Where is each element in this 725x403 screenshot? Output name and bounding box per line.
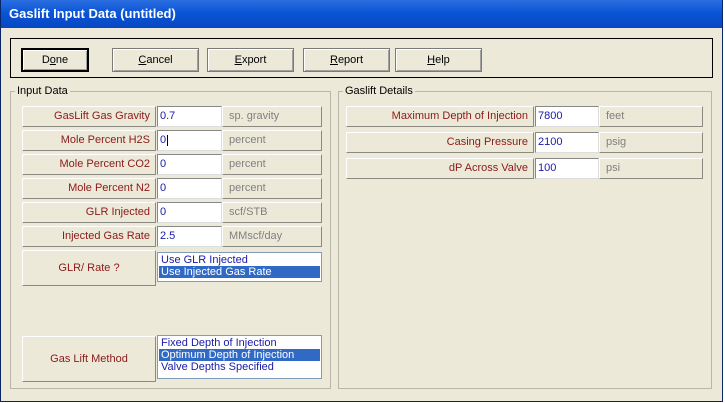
label-injected-gas-rate: Injected Gas Rate: [22, 226, 156, 247]
label-casing-pressure: Casing Pressure: [346, 132, 534, 153]
label-max-depth-injection: Maximum Depth of Injection: [346, 106, 534, 127]
label-glr-rate: GLR/ Rate ?: [22, 250, 156, 286]
option-use-glr-injected[interactable]: Use GLR Injected: [159, 254, 320, 266]
cancel-button[interactable]: Cancel: [112, 48, 199, 72]
mole-co2-field[interactable]: 0: [157, 154, 222, 175]
mole-h2s-field[interactable]: 0: [157, 130, 222, 151]
option-fixed-depth[interactable]: Fixed Depth of Injection: [159, 337, 320, 349]
text-caret: [167, 134, 169, 146]
unit-injected-gas-rate: MMscf/day: [222, 226, 322, 247]
label-gas-gravity: GasLift Gas Gravity: [22, 106, 156, 127]
label-mole-n2: Mole Percent N2: [22, 178, 156, 199]
option-valve-depths[interactable]: Valve Depths Specified: [159, 361, 320, 373]
unit-max-depth-injection: feet: [599, 106, 703, 127]
window-title: Gaslift Input Data (untitled): [1, 0, 722, 28]
gaslift-input-window: Gaslift Input Data (untitled) Done Cance…: [0, 0, 723, 402]
max-depth-injection-field[interactable]: 7800: [535, 106, 599, 127]
input-data-legend: Input Data: [17, 85, 68, 97]
help-button[interactable]: Help: [395, 48, 482, 72]
gaslift-details-group: Gaslift Details: [338, 85, 712, 389]
glr-injected-field[interactable]: 0: [157, 202, 222, 223]
option-optimum-depth[interactable]: Optimum Depth of Injection: [159, 349, 320, 361]
label-mole-co2: Mole Percent CO2: [22, 154, 156, 175]
toolbar: Done Cancel Export Report Help: [10, 38, 713, 78]
injected-gas-rate-field[interactable]: 2.5: [157, 226, 222, 247]
label-dp-across-valve: dP Across Valve: [346, 158, 534, 179]
glr-rate-listbox[interactable]: Use GLR Injected Use Injected Gas Rate: [157, 252, 322, 282]
gas-lift-method-listbox[interactable]: Fixed Depth of Injection Optimum Depth o…: [157, 335, 322, 379]
mole-n2-field[interactable]: 0: [157, 178, 222, 199]
unit-glr-injected: scf/STB: [222, 202, 322, 223]
unit-mole-h2s: percent: [222, 130, 322, 151]
gas-gravity-field[interactable]: 0.7: [157, 106, 222, 127]
report-button[interactable]: Report: [303, 48, 390, 72]
casing-pressure-field[interactable]: 2100: [535, 132, 599, 153]
unit-mole-n2: percent: [222, 178, 322, 199]
unit-gas-gravity: sp. gravity: [222, 106, 322, 127]
unit-dp-across-valve: psi: [599, 158, 703, 179]
gaslift-details-legend: Gaslift Details: [345, 85, 413, 97]
unit-casing-pressure: psig: [599, 132, 703, 153]
option-use-injected-gas-rate[interactable]: Use Injected Gas Rate: [159, 266, 320, 278]
label-mole-h2s: Mole Percent H2S: [22, 130, 156, 151]
unit-mole-co2: percent: [222, 154, 322, 175]
label-glr-injected: GLR Injected: [22, 202, 156, 223]
dp-across-valve-field[interactable]: 100: [535, 158, 599, 179]
label-gas-lift-method: Gas Lift Method: [22, 336, 156, 382]
done-button[interactable]: Done: [21, 48, 89, 72]
export-button[interactable]: Export: [207, 48, 294, 72]
